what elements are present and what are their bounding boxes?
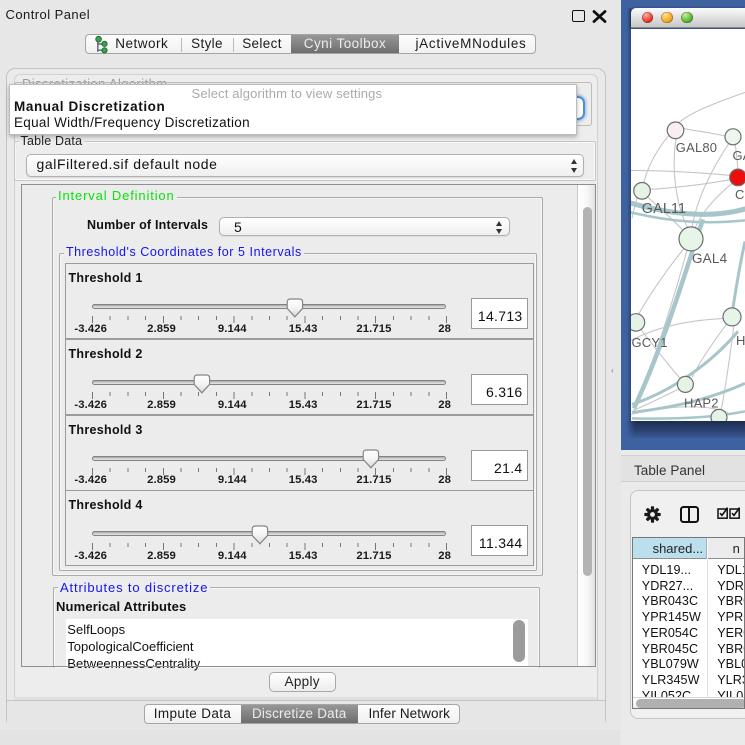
svg-text:HAP2: HAP2 xyxy=(684,395,719,410)
svg-text:GA: GA xyxy=(732,147,745,162)
svg-text:GAL4: GAL4 xyxy=(692,250,728,265)
svg-text:GAL11: GAL11 xyxy=(642,200,686,216)
svg-text:H: H xyxy=(736,332,745,347)
svg-text:GAL80: GAL80 xyxy=(676,139,717,154)
svg-text:C: C xyxy=(735,186,745,201)
svg-text:GCY1: GCY1 xyxy=(632,334,668,349)
